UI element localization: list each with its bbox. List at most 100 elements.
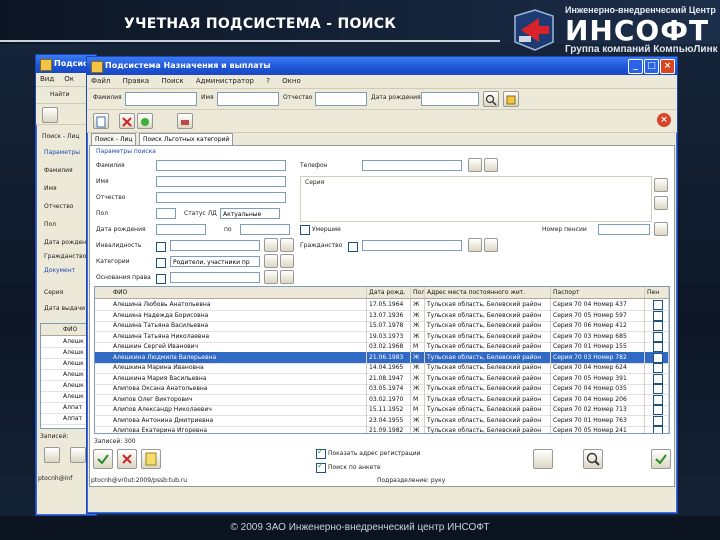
pension-checkbox[interactable]: [653, 342, 663, 352]
print-icon[interactable]: [177, 113, 193, 129]
cancel-icon[interactable]: [117, 449, 137, 469]
citizenship-checkbox[interactable]: [348, 242, 358, 252]
ok-icon[interactable]: [93, 449, 113, 469]
confirm-icon[interactable]: [44, 447, 60, 463]
citizenship-input[interactable]: [362, 240, 462, 251]
pension-checkbox[interactable]: [653, 373, 663, 384]
menu-item-file[interactable]: Файл: [91, 77, 110, 85]
citizenship-lookup-icon[interactable]: [468, 238, 482, 252]
pension-checkbox[interactable]: [653, 426, 663, 433]
name-input[interactable]: [156, 176, 286, 187]
pension-checkbox[interactable]: [653, 384, 663, 394]
toolbar-name-input[interactable]: [217, 92, 279, 106]
menu-item-edit[interactable]: Правка: [123, 77, 150, 85]
pension-checkbox[interactable]: [653, 415, 663, 426]
menu-item-view[interactable]: Вид: [40, 75, 54, 83]
find-icon[interactable]: [583, 449, 603, 469]
table-cell: Тульская область, Белевский район: [425, 330, 551, 342]
pension-checkbox[interactable]: [653, 363, 663, 373]
close-tab-icon[interactable]: ×: [657, 113, 671, 127]
category-clear-icon[interactable]: [280, 254, 294, 268]
menu-item-search[interactable]: Поиск: [161, 77, 183, 85]
menu-item-admin[interactable]: Администратор: [196, 77, 254, 85]
telephone-clear-icon[interactable]: [484, 158, 498, 172]
search-icon[interactable]: [483, 91, 499, 107]
results-grid[interactable]: ФИО Дата рожд. Пол Адрес места постоянно…: [94, 286, 670, 434]
rights-checkbox[interactable]: [156, 274, 166, 284]
questionnaire-search-checkbox[interactable]: [316, 461, 326, 473]
delete-icon[interactable]: [70, 447, 86, 463]
pension-checkbox[interactable]: [653, 331, 663, 342]
pension-checkbox[interactable]: [653, 352, 663, 363]
table-cell: 03.05.1974: [367, 383, 411, 394]
refresh-icon[interactable]: [137, 113, 153, 129]
tab-person-search[interactable]: Поиск - Лиц: [91, 133, 137, 145]
birthdate-to-input[interactable]: [240, 224, 290, 235]
apply-icon[interactable]: [651, 449, 671, 469]
main-window[interactable]: Подсистема Назначения и выплаты _ □ × Фа…: [86, 56, 678, 514]
pension-checkbox[interactable]: [653, 310, 663, 321]
tab-benefit-search[interactable]: Поиск Льготных категорий: [139, 133, 234, 145]
toolbar-birthdate-input[interactable]: [421, 92, 479, 106]
notes-icon[interactable]: [141, 449, 161, 469]
disability-checkbox[interactable]: [156, 242, 166, 252]
column-header-pension[interactable]: Пен: [645, 287, 669, 298]
surname-input[interactable]: [156, 160, 286, 171]
toolbar-surname-input[interactable]: [125, 92, 197, 106]
toolbar-patronymic-input[interactable]: [315, 92, 367, 106]
minimize-button[interactable]: _: [628, 59, 643, 74]
disability-clear-icon[interactable]: [280, 238, 294, 252]
telephone-label: Телефон: [300, 162, 328, 169]
table-cell: 14.04.1965: [367, 362, 411, 373]
main-window-titlebar[interactable]: Подсистема Назначения и выплаты _ □ ×: [87, 57, 677, 75]
export-icon[interactable]: [533, 449, 553, 469]
disability-lookup-icon[interactable]: [264, 238, 278, 252]
table-cell: Серия 70 01 Номер 763: [551, 414, 645, 426]
refresh-icon[interactable]: [42, 107, 58, 123]
column-header-gender[interactable]: Пол: [411, 287, 425, 298]
table-cell: Алипова Екатерина Игоревна: [111, 425, 367, 433]
category-lookup-icon[interactable]: [264, 254, 278, 268]
patronymic-input[interactable]: [156, 192, 286, 203]
telephone-input[interactable]: [362, 160, 462, 171]
citizenship-clear-icon[interactable]: [484, 238, 498, 252]
telephone-lookup-icon[interactable]: [468, 158, 482, 172]
rights-clear-icon[interactable]: [280, 270, 294, 284]
table-row[interactable]: Алипова Екатерина Игоревна 21.09.1982 Ж Тул…: [95, 425, 669, 433]
pension-checkbox[interactable]: [653, 405, 663, 415]
document-lookup-icon[interactable]: [654, 178, 668, 192]
table-cell: Алешина Татьяна Васильевна: [111, 320, 367, 331]
category-checkbox[interactable]: [156, 258, 166, 268]
close-button[interactable]: ×: [660, 59, 675, 74]
table-cell: Тульская область, Белевский район: [425, 341, 551, 352]
deceased-checkbox[interactable]: [300, 225, 310, 235]
gender-select[interactable]: [156, 208, 176, 219]
column-header-address[interactable]: Адрес места постоянного жит.: [425, 287, 551, 298]
find-button[interactable]: Найти: [50, 91, 69, 98]
menu-item-ok[interactable]: Ок: [64, 75, 74, 83]
pension-checkbox[interactable]: [653, 394, 663, 405]
column-header-fio[interactable]: ФИО: [111, 287, 367, 298]
category-input[interactable]: Родители, участники пр: [170, 256, 260, 267]
document-clear-icon[interactable]: [654, 196, 668, 210]
status-select[interactable]: Актуальные: [220, 208, 280, 219]
show-address-checkbox[interactable]: [316, 447, 326, 459]
column-header-birthdate[interactable]: Дата рожд.: [367, 287, 411, 298]
pension-lookup-icon[interactable]: [654, 222, 668, 236]
birthdate-from-input[interactable]: [156, 224, 206, 235]
pension-checkbox[interactable]: [653, 300, 663, 310]
pension-number-input[interactable]: [598, 224, 650, 235]
delete-record-icon[interactable]: [119, 113, 135, 129]
pension-checkbox[interactable]: [653, 321, 663, 331]
menu-item-window[interactable]: Окно: [282, 77, 301, 85]
menu-item-help[interactable]: ?: [266, 77, 270, 85]
rights-input[interactable]: [170, 272, 260, 283]
column-header-passport[interactable]: Паспорт: [551, 287, 645, 298]
disability-input[interactable]: [170, 240, 260, 251]
rights-lookup-icon[interactable]: [264, 270, 278, 284]
table-cell: Алешина Татьяна Николаевна: [111, 330, 367, 342]
maximize-button[interactable]: □: [644, 59, 659, 74]
advanced-search-icon[interactable]: [503, 91, 519, 107]
tab-person-search[interactable]: Поиск - Лиц: [42, 133, 79, 140]
new-record-icon[interactable]: [93, 113, 109, 129]
